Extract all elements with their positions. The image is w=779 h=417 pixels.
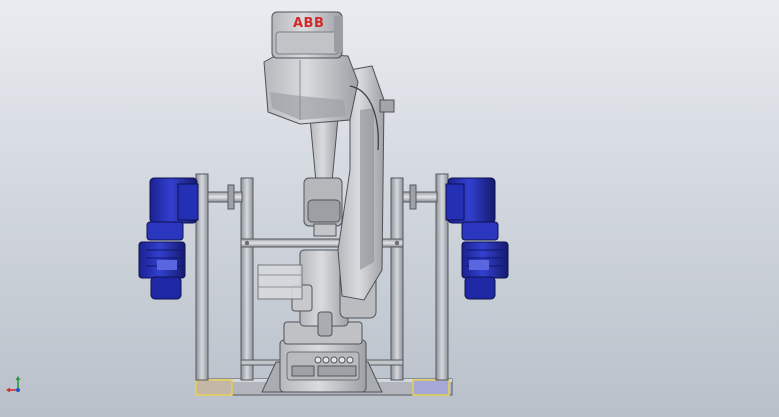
robot-forearm[interactable] [303,117,343,237]
xyz-axis-triad-icon[interactable] [6,376,21,393]
cad-viewport[interactable]: ABB [0,0,779,417]
robot-arm-housing[interactable] [263,51,359,125]
connector-ports [314,356,354,364]
base-pad-right[interactable] [412,379,450,396]
robot-top-motor[interactable]: ABB [271,11,343,59]
right-gear-motor[interactable] [445,177,509,300]
abb-logo: ABB [293,16,324,31]
base-pad-left[interactable] [195,379,233,396]
left-gear-motor[interactable] [138,177,199,300]
assembly-render[interactable]: ABB [0,0,779,417]
